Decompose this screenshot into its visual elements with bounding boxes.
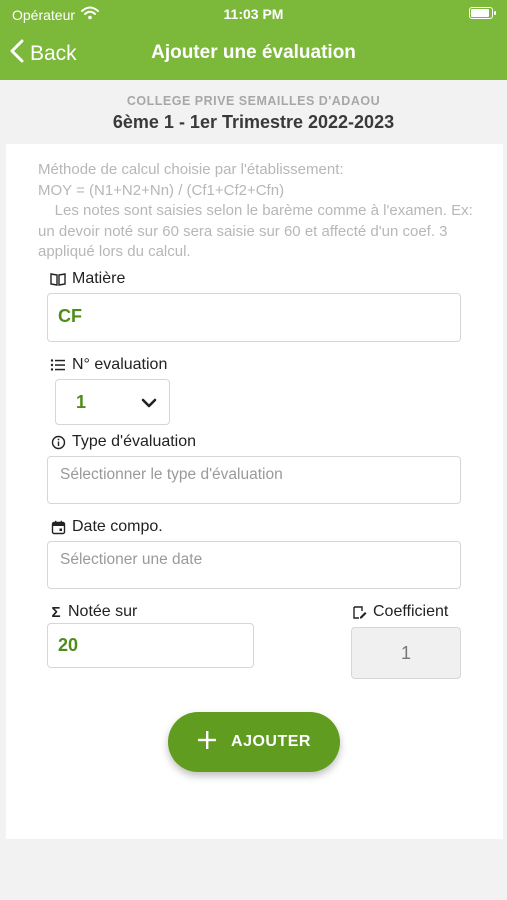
add-button[interactable]: AJOUTER (168, 712, 340, 772)
calculation-info: Méthode de calcul choisie par l'établiss… (38, 160, 488, 263)
info-line-1: Méthode de calcul choisie par l'établiss… (38, 161, 344, 178)
matiere-field[interactable]: CF (47, 293, 461, 342)
coef-field: 1 (351, 627, 461, 679)
type-label-row: Type d'évaluation (50, 433, 196, 451)
top-bar: Opérateur 11:03 PM Back Ajouter une éval (0, 0, 507, 80)
numero-label-row: N° evaluation (50, 356, 167, 374)
date-picker[interactable]: Sélectioner une date (47, 541, 461, 589)
type-label: Type d'évaluation (72, 433, 197, 450)
notee-label-row: Σ Notée sur (50, 603, 137, 621)
plus-icon (197, 730, 217, 755)
date-label: Date compo. (72, 518, 163, 535)
date-placeholder: Sélectioner une date (60, 551, 203, 568)
page-title: Ajouter une évaluation (151, 42, 356, 63)
class-period: 6ème 1 - 1er Trimestre 2022-2023 (112, 112, 395, 132)
edit-note-icon (351, 604, 367, 620)
calendar-icon (50, 519, 66, 535)
clock: 11:03 PM (223, 6, 284, 22)
navigation-bar: Back Ajouter une évaluation (0, 28, 507, 80)
info-icon (50, 434, 66, 450)
type-placeholder: Sélectionner le type d'évaluation (60, 466, 283, 483)
coef-label: Coefficient (373, 603, 449, 620)
numero-select[interactable]: 1 (55, 379, 170, 425)
chevron-down-icon (141, 396, 157, 414)
info-line-3: Les notes sont saisies selon le barème c… (38, 202, 477, 260)
numero-value: 1 (76, 392, 87, 412)
school-name: COLLEGE PRIVE SEMAILLES D'ADAOU (126, 94, 381, 108)
book-icon (50, 271, 66, 287)
date-label-row: Date compo. (50, 518, 163, 536)
battery-icon (469, 7, 496, 19)
list-icon (50, 357, 66, 373)
battery-level (471, 9, 489, 17)
matiere-label-row: Matière (50, 270, 125, 288)
notee-label: Notée sur (68, 603, 138, 620)
notee-value: 20 (58, 635, 79, 655)
status-bar: Opérateur 11:03 PM (0, 0, 507, 28)
notee-input[interactable]: 20 (47, 623, 254, 668)
info-line-2: MOY = (N1+N2+Nn) / (Cf1+Cf2+Cfn) (38, 181, 285, 199)
coef-value: 1 (400, 643, 411, 663)
matiere-value: CF (58, 306, 82, 326)
type-select[interactable]: Sélectionner le type d'évaluation (47, 456, 461, 504)
numero-label: N° evaluation (72, 356, 168, 373)
add-button-label: AJOUTER (231, 733, 311, 750)
sigma-icon: Σ (51, 603, 61, 621)
matiere-label: Matière (72, 270, 126, 287)
coef-label-row: Coefficient (351, 603, 448, 621)
